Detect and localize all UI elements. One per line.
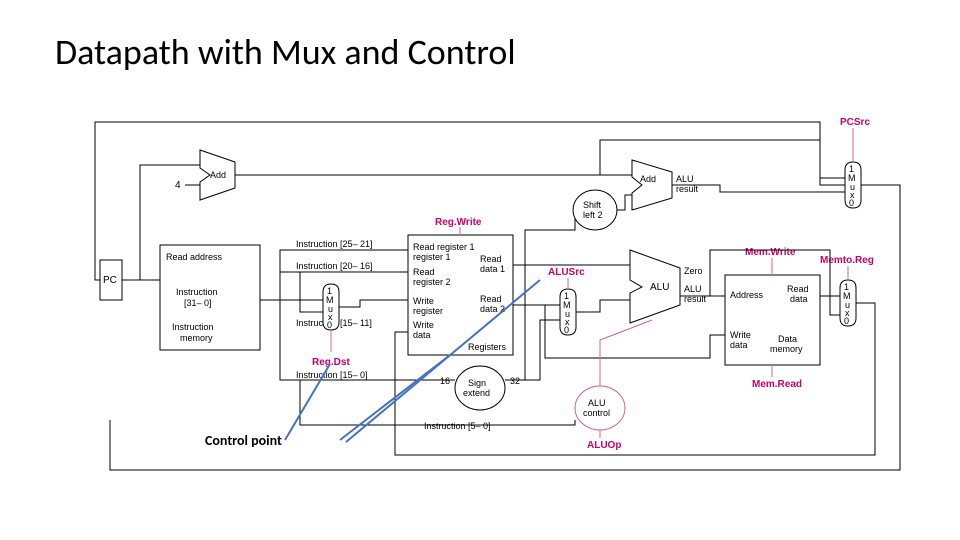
svg-text:ALU: ALU [676,174,694,184]
regdst-signal: Reg.Dst [312,357,350,368]
svg-text:0: 0 [844,316,849,326]
svg-text:Read: Read [787,284,809,294]
svg-text:Address: Address [730,290,764,300]
svg-text:ALU: ALU [588,398,606,408]
svg-text:Write: Write [413,296,434,306]
datapath-diagram: PC 4 Add Read address Instruction [31– 0… [0,0,960,540]
memwrite-signal: Mem.Write [745,247,796,258]
svg-text:data: data [413,330,431,340]
svg-text:Add: Add [640,174,656,184]
svg-text:register 2: register 2 [413,277,451,287]
svg-text:Shift: Shift [583,200,602,210]
mux-regdst: 1 M u x 0 [323,284,339,330]
svg-text:register: register [413,306,443,316]
instr20-16: Instruction [20– 16] [296,261,373,271]
alusrc-signal: ALUSrc [548,267,585,278]
svg-text:register 1: register 1 [413,252,451,262]
svg-text:extend: extend [463,388,490,398]
imem-name-1: Instruction [172,322,214,332]
svg-text:ALU: ALU [684,284,702,294]
svg-text:Zero: Zero [684,266,703,276]
imem-instr-lo: [31– 0] [184,298,212,308]
instr25-21: Instruction [25– 21] [296,239,373,249]
svg-text:control: control [583,408,610,418]
control-point-annotation: Control point [205,432,282,449]
svg-text:ALU: ALU [650,282,669,293]
svg-text:Write: Write [730,330,751,340]
instr15-0: Instruction [15– 0] [296,370,368,380]
svg-text:0: 0 [327,320,332,330]
adder-branch [632,160,672,210]
svg-text:32: 32 [510,376,520,386]
instr5-0: Instruction [5– 0] [424,421,491,431]
svg-text:Read: Read [413,267,435,277]
mux-pcsrc: 1 M u x 0 [845,162,861,208]
svg-text:data 1: data 1 [480,264,505,274]
imem-name-2: memory [180,333,213,343]
regwrite-signal: Reg.Write [435,217,482,228]
pcsrc-signal: PCSrc [840,117,870,128]
svg-text:data: data [790,294,808,304]
svg-text:memory: memory [770,344,803,354]
svg-text:Registers: Registers [468,342,507,352]
svg-text:Data: Data [778,334,797,344]
pc-label: PC [103,275,117,286]
imem-instr-hi: Instruction [176,287,218,297]
svg-text:data: data [730,340,748,350]
mux-alusrc: 1 M u x 0 [560,289,576,335]
svg-text:Write: Write [413,320,434,330]
svg-text:Read register 1: Read register 1 [413,242,475,252]
imem-read-addr: Read address [166,252,223,262]
aluop-signal: ALUOp [587,440,621,451]
mux-memtoreg: 1 M u x 0 [840,280,856,326]
const-4: 4 [175,180,181,191]
adder1-label: Add [210,170,226,180]
memtoreg-signal: Memto.Reg [820,255,874,266]
svg-text:0: 0 [564,325,569,335]
svg-text:16: 16 [440,376,450,386]
svg-text:Read: Read [480,294,502,304]
svg-text:Sign: Sign [468,378,486,388]
svg-text:Read: Read [480,254,502,264]
memread-signal: Mem.Read [752,379,802,390]
svg-text:0: 0 [849,198,854,208]
svg-text:left 2: left 2 [583,210,603,220]
